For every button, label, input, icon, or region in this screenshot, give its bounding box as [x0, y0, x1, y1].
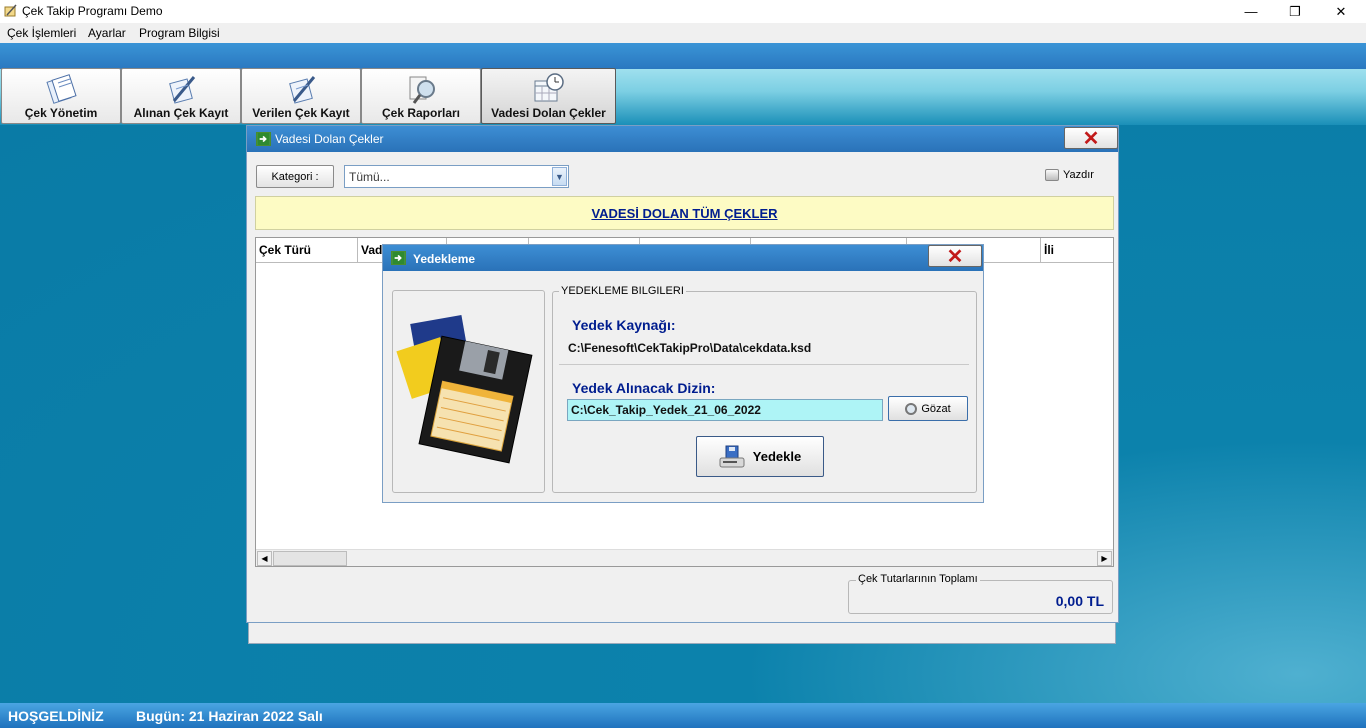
toolbar-label: Çek Yönetim: [24, 106, 98, 120]
total-group: Çek Tutarlarının Toplamı 0,00 TL: [848, 573, 1113, 614]
magnifier-icon: [905, 402, 918, 415]
vadesi-window-title: Vadesi Dolan Çekler: [275, 132, 384, 146]
alinan-cek-kayit-button[interactable]: Alınan Çek Kayıt: [121, 68, 241, 124]
verilen-cek-kayit-button[interactable]: Verilen Çek Kayıt: [241, 68, 361, 124]
close-icon: ✕: [1082, 127, 1100, 150]
banner-title: VADESİ DOLAN TÜM ÇEKLER: [591, 205, 778, 221]
status-bar: HOŞGELDİNİZ Bugün: 21 Haziran 2022 Salı: [0, 703, 1366, 728]
backup-drive-icon: [719, 445, 745, 467]
printer-icon: [1045, 169, 1059, 182]
yedekle-button[interactable]: Yedekle: [696, 436, 824, 477]
documents-icon: [46, 74, 77, 104]
print-button[interactable]: Yazdır: [1045, 169, 1094, 182]
minimize-button[interactable]: —: [1228, 0, 1274, 23]
print-label: Yazdır: [1063, 169, 1094, 181]
vadesi-close-button[interactable]: ✕: [1064, 127, 1118, 150]
menu-bar: Çek İşlemleri Ayarlar Program Bilgisi: [0, 23, 1366, 43]
source-label: Yedek Kaynağı:: [572, 317, 676, 333]
title-bar: Çek Takip Programı Demo — ❐ ✕: [0, 0, 1366, 23]
cek-raporlari-button[interactable]: Çek Raporları: [361, 68, 481, 124]
divider: [559, 364, 969, 365]
menu-program-bilgisi[interactable]: Program Bilgisi: [139, 26, 220, 40]
horizontal-scrollbar[interactable]: ◀ ▶: [256, 549, 1113, 566]
target-label: Yedek Alınacak Dizin:: [572, 380, 716, 396]
menu-band: [0, 43, 1366, 69]
toolbar-label: Çek Raporları: [381, 106, 461, 120]
scroll-left-icon[interactable]: ◀: [257, 551, 272, 566]
total-value: 0,00 TL: [1055, 593, 1104, 609]
window-title: Çek Takip Programı Demo: [22, 4, 163, 18]
menu-cek-islemleri[interactable]: Çek İşlemleri: [7, 26, 76, 40]
pen-note-icon: [169, 76, 196, 104]
browse-label: Gözat: [921, 402, 951, 415]
vadesi-dolan-cekler-button[interactable]: Vadesi Dolan Çekler: [481, 68, 616, 124]
chevron-down-icon[interactable]: ▼: [552, 167, 567, 186]
maximize-button[interactable]: ❐: [1272, 0, 1318, 23]
calendar-clock-icon: [534, 73, 564, 102]
welcome-text: HOŞGELDİNİZ: [8, 708, 104, 724]
yedekleme-title: Yedekleme: [413, 252, 476, 266]
kategori-select[interactable]: Tümü... ▼: [344, 165, 569, 188]
close-window-button[interactable]: ✕: [1318, 0, 1364, 23]
search-report-icon: [409, 76, 435, 104]
today-text: Bugün: 21 Haziran 2022 Salı: [136, 708, 323, 724]
source-path: C:\Fenesoft\CekTakipPro\Data\cekdata.ksd: [568, 341, 812, 355]
browse-button[interactable]: Gözat: [888, 396, 968, 421]
window-icon: [256, 132, 271, 146]
yedekleme-close-button[interactable]: ✕: [928, 245, 982, 268]
floppy-image-panel: [392, 290, 545, 493]
menu-ayarlar[interactable]: Ayarlar: [88, 26, 126, 40]
pen-note-icon: [289, 76, 316, 104]
floppy-disk-icon: [396, 314, 533, 464]
kategori-button[interactable]: Kategori :: [256, 165, 334, 188]
close-icon: ✕: [946, 245, 964, 268]
yedekleme-dialog: Yedekleme ✕ YEDEKLEME BILGILERI Yedek Ka…: [382, 244, 984, 503]
yedekleme-bilgileri-group: YEDEKLEME BILGILERI Yedek Kaynağı: C:\Fe…: [552, 285, 977, 493]
column-header[interactable]: İli: [1041, 238, 1113, 263]
vadesi-window-titlebar: Vadesi Dolan Çekler ✕: [247, 126, 1118, 152]
scroll-thumb[interactable]: [273, 551, 347, 566]
kategori-selected-value: Tümü...: [349, 170, 390, 184]
window-icon: [391, 251, 406, 265]
yedekleme-titlebar: Yedekleme ✕: [383, 245, 983, 271]
vadesi-banner: VADESİ DOLAN TÜM ÇEKLER: [255, 196, 1114, 230]
yedekle-label: Yedekle: [752, 449, 802, 464]
total-legend: Çek Tutarlarının Toplamı: [856, 573, 980, 585]
group-legend: YEDEKLEME BILGILERI: [559, 285, 686, 297]
target-path-input[interactable]: C:\Cek_Takip_Yedek_21_06_2022: [567, 399, 883, 421]
column-header[interactable]: Çek Türü: [256, 238, 358, 263]
app-icon: [4, 4, 17, 17]
toolbar-label: Verilen Çek Kayıt: [252, 106, 350, 120]
cek-yonetim-button[interactable]: Çek Yönetim: [1, 68, 121, 124]
toolbar-label: Vadesi Dolan Çekler: [491, 106, 606, 120]
scroll-right-icon[interactable]: ▶: [1097, 551, 1112, 566]
toolbar-label: Alınan Çek Kayıt: [133, 106, 229, 120]
